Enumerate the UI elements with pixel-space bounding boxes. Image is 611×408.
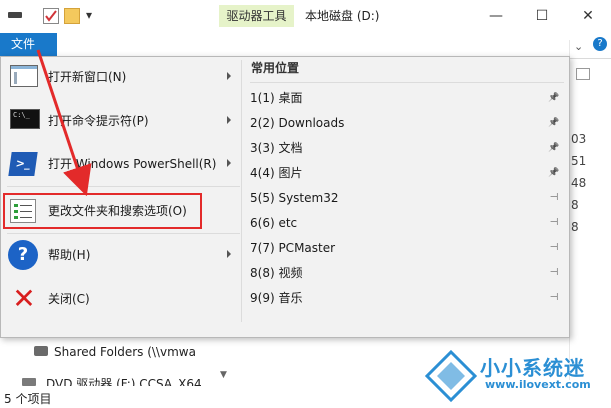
watermark-logo [425,350,477,402]
watermark-brand: 小小系统迷 [480,356,585,380]
annotation-arrow [36,49,92,197]
watermark-url: www.ilovext.com [485,378,591,391]
